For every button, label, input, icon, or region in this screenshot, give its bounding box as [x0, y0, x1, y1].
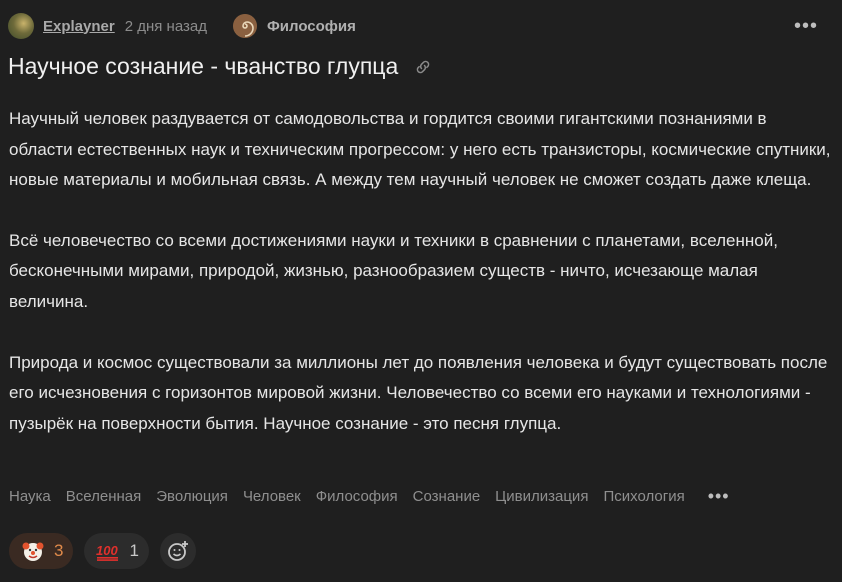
add-emoji-icon [168, 541, 188, 561]
tag-item[interactable]: Эволюция [156, 488, 228, 505]
author-avatar[interactable] [8, 13, 34, 39]
spiral-icon [232, 14, 257, 38]
post-body: Научный человек раздувается от самодовол… [9, 104, 833, 469]
paragraph: Научный человек раздувается от самодовол… [9, 109, 831, 190]
tag-list: Наука Вселенная Эволюция Человек Философ… [9, 486, 730, 507]
hundred-points-icon: 100 [96, 539, 120, 563]
post-title[interactable]: Научное сознание - чванство глупца [8, 53, 398, 80]
post-time: 2 дня назад [124, 17, 207, 35]
community-link[interactable]: Философия [267, 18, 356, 35]
reaction-hundred[interactable]: 100 1 [84, 533, 149, 569]
add-reaction-button[interactable] [159, 533, 196, 569]
paragraph: Всё человечество со всеми достижениями н… [9, 230, 778, 311]
post-header: Explayner 2 дня назад Философия ••• [8, 13, 834, 39]
more-tags-button[interactable]: ••• [708, 486, 730, 507]
tag-item[interactable]: Цивилизация [495, 488, 588, 505]
tag-item[interactable]: Психология [603, 488, 684, 505]
tag-item[interactable]: Человек [243, 488, 301, 505]
community-avatar[interactable] [232, 14, 257, 38]
title-row: Научное сознание - чванство глупца [8, 53, 432, 80]
tag-item[interactable]: Философия [316, 488, 398, 505]
paragraph: Природа и космос существовали за миллион… [9, 352, 828, 433]
post-menu-button[interactable]: ••• [794, 16, 818, 36]
reactions-bar: 3 100 1 [9, 533, 196, 569]
tag-item[interactable]: Сознание [413, 488, 481, 505]
author-link[interactable]: Explayner [43, 18, 115, 35]
tag-item[interactable]: Вселенная [66, 488, 141, 505]
svg-text:100: 100 [96, 543, 118, 558]
reaction-clown[interactable]: 3 [9, 533, 74, 569]
link-icon[interactable] [414, 58, 432, 76]
reaction-count: 3 [54, 541, 64, 560]
tag-item[interactable]: Наука [9, 488, 51, 505]
reaction-count: 1 [129, 541, 139, 560]
clown-face-icon [21, 539, 45, 563]
